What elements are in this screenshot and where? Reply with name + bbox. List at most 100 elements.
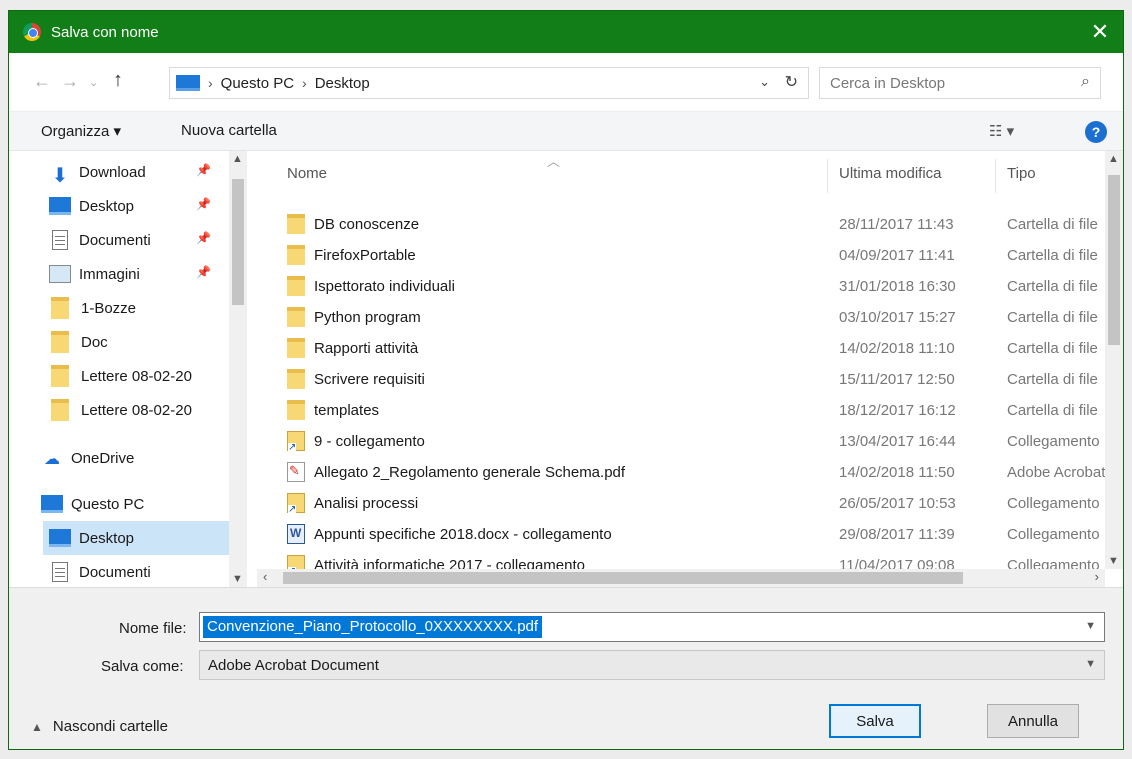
filename-label: Nome file: [119,620,187,637]
address-bar[interactable]: › Questo PC › Desktop ⌄ ↻ [169,67,809,99]
scroll-down-icon[interactable]: ▼ [232,573,243,585]
file-type: Collegamento [1007,433,1100,450]
nav-item-desktop[interactable]: Desktop 📌 [49,189,229,223]
scroll-left-icon[interactable]: ‹ [263,569,267,584]
nav-item-label: Documenti [79,231,151,249]
nav-item-label: Lettere 08-02-20 [81,367,192,385]
file-type: Cartella di file [1007,278,1098,295]
file-date: 28/11/2017 11:43 [839,216,954,233]
nav-item-label: Download [79,163,146,181]
column-divider[interactable] [827,159,828,193]
back-arrow-icon[interactable]: ← [33,71,51,92]
refresh-icon[interactable]: ↻ [785,72,798,92]
column-divider[interactable] [995,159,996,193]
scroll-down-icon[interactable]: ▼ [1108,555,1119,567]
dialog-title: Salva con nome [51,23,159,41]
scroll-right-icon[interactable]: › [1095,569,1099,584]
recent-locations-chevron-icon[interactable]: ⌄ [89,76,98,89]
nav-item-1-bozze[interactable]: 1-Bozze [49,291,229,325]
folder-icon [287,214,305,234]
scroll-up-icon[interactable]: ▲ [1108,153,1119,165]
search-input[interactable]: Cerca in Desktop ⌕ [819,67,1101,99]
nav-item-documenti[interactable]: Documenti 📌 [49,223,229,257]
file-date: 15/11/2017 12:50 [839,371,955,388]
file-row[interactable]: Analisi processi 26/05/2017 10:53 Colleg… [257,488,1105,519]
file-name: DB conoscenze [314,215,420,233]
organize-menu-button[interactable]: Organizza ▾ [41,122,121,140]
scrollbar-thumb[interactable] [1108,175,1120,345]
nav-item-lettere-2[interactable]: Lettere 08-02-20 [49,393,229,427]
folder-icon [51,331,69,353]
file-row[interactable]: Allegato 2_Regolamento generale Schema.p… [257,457,1105,488]
file-type: Collegamento [1007,495,1100,512]
up-arrow-icon[interactable]: ↑ [113,69,123,92]
file-row[interactable]: Appunti specifiche 2018.docx - collegame… [257,519,1105,550]
address-dropdown-icon[interactable]: ⌄ [759,74,770,90]
nav-pane-scrollbar[interactable]: ▲ ▼ [229,151,247,587]
pin-icon[interactable]: 📌 [196,265,211,279]
file-list-vertical-scrollbar[interactable]: ▲ ▼ [1105,151,1123,569]
file-row[interactable]: templates 18/12/2017 16:12 Cartella di f… [257,395,1105,426]
nav-item-desktop-selected[interactable]: Desktop [43,521,239,555]
file-name: Analisi processi [314,494,419,512]
nav-item-label: Doc [81,333,108,351]
view-options-button[interactable]: ☷ ▾ [989,122,1014,140]
pdf-icon [287,462,305,482]
column-header-modified[interactable]: Ultima modifica [839,151,942,195]
file-name: Rapporti attività [314,339,419,357]
nav-item-download[interactable]: ⬇ Download 📌 [49,155,229,189]
column-header-name[interactable]: Nome [287,151,327,195]
nav-item-label: Documenti [79,563,151,581]
file-name: Scrivere requisiti [314,370,425,388]
file-list-horizontal-scrollbar[interactable]: ‹ › [257,569,1105,587]
search-icon[interactable]: ⌕ [1081,73,1090,91]
file-row[interactable]: Rapporti attività 14/02/2018 11:10 Carte… [257,333,1105,364]
nav-item-lettere-1[interactable]: Lettere 08-02-20 [49,359,229,393]
cancel-button[interactable]: Annulla [987,704,1079,738]
filename-value[interactable]: Convenzione_Piano_Protocollo_0XXXXXXXX.p… [203,616,543,638]
file-type: Cartella di file [1007,371,1098,388]
file-row[interactable]: FirefoxPortable 04/09/2017 11:41 Cartell… [257,240,1105,271]
nav-item-questo-pc[interactable]: Questo PC [41,487,221,521]
scrollbar-thumb[interactable] [283,572,963,584]
file-row[interactable]: 9 - collegamento 13/04/2017 16:44 Colleg… [257,426,1105,457]
nav-item-documenti-pc[interactable]: Documenti [49,555,229,587]
new-folder-button[interactable]: Nuova cartella [181,122,277,139]
breadcrumb-this-pc[interactable]: Questo PC [221,75,294,92]
chevron-down-icon[interactable]: ▼ [1085,658,1096,670]
nav-item-doc[interactable]: Doc [49,325,229,359]
hide-folders-toggle[interactable]: ▲ Nascondi cartelle [31,718,168,735]
column-header-type[interactable]: Tipo [1007,151,1036,195]
file-row[interactable]: Scrivere requisiti 15/11/2017 12:50 Cart… [257,364,1105,395]
file-row[interactable]: Ispettorato individuali 31/01/2018 16:30… [257,271,1105,302]
close-button[interactable]: ✕ [1077,11,1123,53]
scroll-up-icon[interactable]: ▲ [232,153,243,165]
chevron-down-icon[interactable]: ▼ [1085,620,1096,632]
folder-icon [287,400,305,420]
file-row[interactable]: Attività informatiche 2017 - collegament… [257,550,1105,569]
scrollbar-thumb[interactable] [232,179,244,305]
chrome-icon [23,23,41,41]
sort-ascending-icon: ︿ [547,154,561,169]
nav-item-immagini[interactable]: Immagini 📌 [49,257,229,291]
savetype-select[interactable]: Adobe Acrobat Document ▼ [199,650,1105,680]
breadcrumb-desktop[interactable]: Desktop [315,75,370,92]
search-placeholder: Cerca in Desktop [830,74,946,92]
forward-arrow-icon[interactable]: → [61,71,79,92]
nav-item-label: Questo PC [71,495,145,513]
save-button[interactable]: Salva [829,704,921,738]
pin-icon[interactable]: 📌 [196,231,211,245]
file-name: Allegato 2_Regolamento generale Schema.p… [314,463,626,481]
file-row[interactable]: DB conoscenze 28/11/2017 11:43 Cartella … [257,209,1105,240]
file-row[interactable]: Python program 03/10/2017 15:27 Cartella… [257,302,1105,333]
nav-item-label: OneDrive [71,449,135,467]
folder-icon [287,307,305,327]
pin-icon[interactable]: 📌 [196,163,211,177]
file-type: Cartella di file [1007,340,1098,357]
help-icon[interactable]: ? [1085,121,1107,143]
chevron-up-icon: ▲ [31,719,43,734]
pin-icon[interactable]: 📌 [196,197,211,211]
nav-item-onedrive[interactable]: ☁ OneDrive [41,441,221,475]
filename-input[interactable]: Convenzione_Piano_Protocollo_0XXXXXXXX.p… [199,612,1105,642]
file-type: Collegamento [1007,557,1100,569]
